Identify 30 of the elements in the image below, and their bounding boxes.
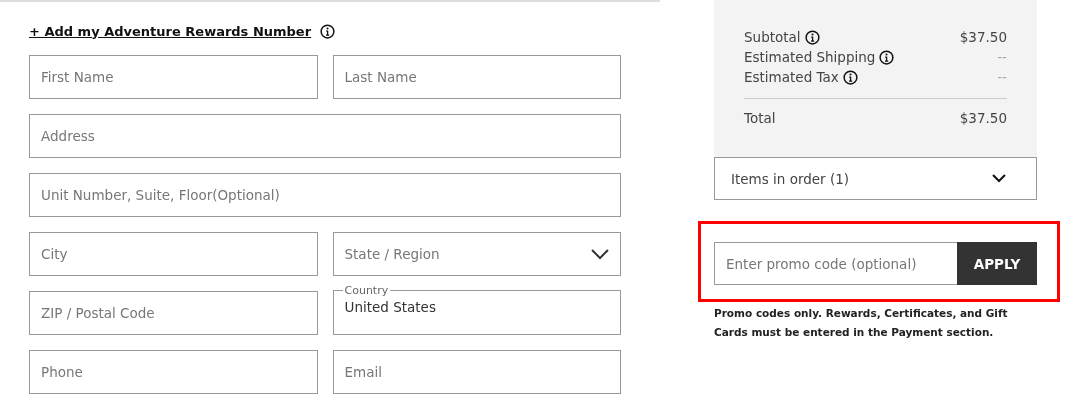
info-icon[interactable]	[842, 69, 858, 85]
input-field[interactable]: Address	[29, 114, 621, 158]
input-field[interactable]: Last Name	[332, 55, 621, 99]
select-field[interactable]: State / Region	[332, 232, 621, 276]
chevron-down-icon	[591, 248, 609, 260]
info-icon[interactable]	[879, 49, 895, 65]
promo-code-field[interactable]: Enter promo code (optional)	[714, 242, 957, 285]
input-field[interactable]: Phone	[29, 350, 318, 394]
input-field[interactable]: Unit Number, Suite, Floor(Optional)	[29, 173, 621, 217]
summary-label: Subtotal	[744, 29, 801, 45]
total-label: Total	[744, 110, 776, 126]
input-field[interactable]: First Name	[29, 55, 318, 99]
items-in-order-toggle[interactable]: Items in order (1)	[714, 157, 1037, 200]
rewards-link[interactable]: + Add my Adventure Rewards Number	[29, 23, 312, 39]
promo-note: Promo codes only. Rewards, Certificates, and Gift Cards must be entered in the Payment section.	[714, 306, 1009, 340]
country-field[interactable]: Country United States	[332, 284, 621, 335]
summary-value: $37.50	[959, 29, 1007, 45]
info-icon[interactable]	[804, 29, 820, 45]
apply-button[interactable]: APPLY	[957, 242, 1037, 285]
info-icon[interactable]	[320, 23, 336, 39]
summary-label: Estimated Tax	[744, 69, 839, 85]
input-field[interactable]: Email	[332, 350, 621, 394]
summary-label: Estimated Shipping	[744, 49, 876, 65]
input-field[interactable]: ZIP / Postal Code	[29, 291, 318, 335]
summary-value: --	[997, 69, 1007, 85]
chevron-icon	[992, 174, 1006, 183]
field-label: Country	[343, 284, 390, 297]
summary-value: --	[997, 49, 1007, 65]
input-field[interactable]: City	[29, 232, 318, 276]
total-value: $37.50	[959, 110, 1007, 126]
